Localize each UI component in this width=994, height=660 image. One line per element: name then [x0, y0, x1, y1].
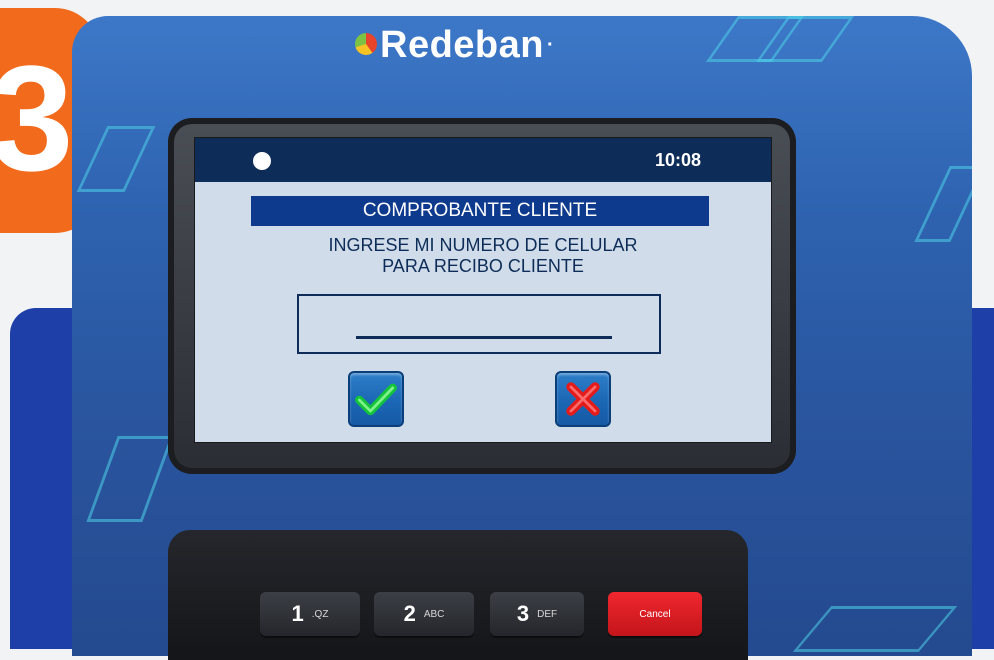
terminal-screen: 10:08 COMPROBANTE CLIENTE INGRESE MI NUM… [194, 137, 772, 443]
decorative-stripe [86, 436, 174, 522]
clock: 10:08 [654, 150, 701, 170]
key-1-digit: 1 [291, 601, 304, 626]
key-2[interactable]: 2 ABC [374, 592, 474, 636]
decorative-stripe [914, 166, 972, 242]
phone-number-field[interactable] [297, 294, 661, 354]
key-1[interactable]: 1 .QZ [260, 592, 360, 636]
prompt-text: INGRESE MI NUMERO DE CELULAR PARA RECIBO… [195, 235, 771, 277]
decorative-stripe [76, 126, 156, 192]
key-3-digit: 3 [516, 601, 530, 626]
status-bar: 10:08 [195, 138, 771, 182]
brand-mark: · [546, 34, 555, 56]
key-1-letters: .QZ [311, 608, 329, 620]
checkmark-icon [355, 383, 397, 416]
cancel-key-label: Cancel [639, 608, 671, 620]
logo-mark-icon [355, 32, 377, 55]
cancel-button[interactable] [555, 371, 611, 427]
key-3-letters: DEF [537, 608, 558, 620]
brand-logo: Redeban · [355, 24, 554, 67]
key-2-letters: ABC [423, 608, 445, 620]
key-3[interactable]: 3 DEF [490, 592, 584, 636]
key-2-digit: 2 [403, 601, 416, 626]
input-underline [356, 336, 612, 339]
confirm-button[interactable] [348, 371, 404, 427]
status-indicator-icon [253, 152, 271, 170]
prompt-line-1: INGRESE MI NUMERO DE CELULAR [328, 235, 638, 255]
cancel-key[interactable]: Cancel [608, 592, 702, 636]
decorative-stripe [792, 606, 958, 652]
screen-title: COMPROBANTE CLIENTE [251, 196, 709, 226]
x-mark-icon [566, 382, 600, 416]
prompt-line-2: PARA RECIBO CLIENTE [382, 256, 584, 276]
brand-name: Redeban [380, 24, 544, 66]
step-number: 3 [0, 34, 74, 202]
